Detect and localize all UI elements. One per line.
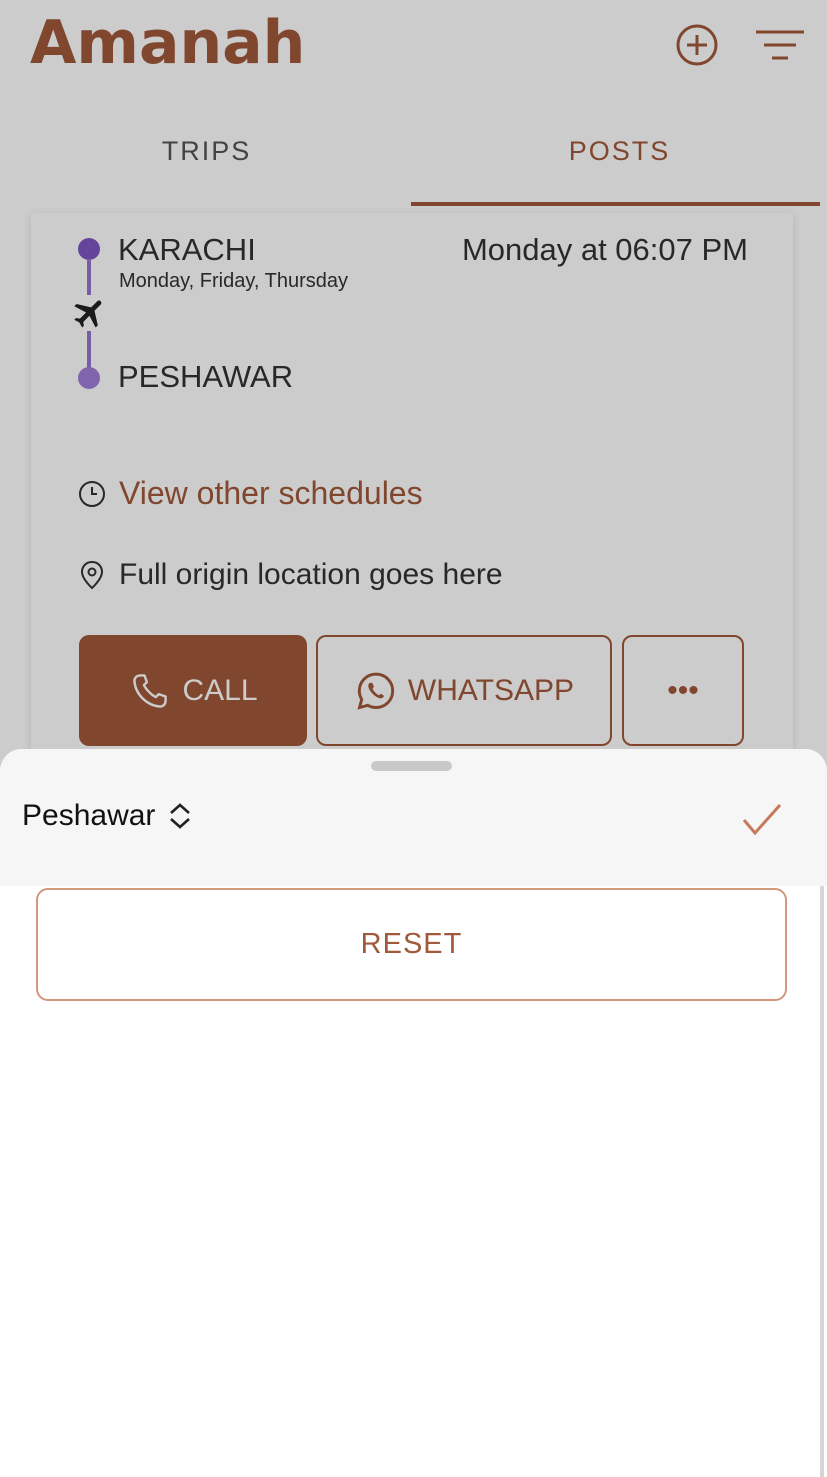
confirm-button[interactable] [738,799,786,841]
drag-handle[interactable] [371,761,452,771]
city-picker[interactable]: Peshawar [22,799,193,833]
picker-value: Peshawar [22,799,156,832]
reset-button[interactable]: RESET [36,888,787,1001]
bottom-sheet: Peshawar RESET [0,749,827,1477]
checkmark-icon [742,804,782,836]
chevron-up-down-icon [170,803,191,829]
scrollbar[interactable] [820,886,824,1477]
sheet-header: Peshawar [0,749,827,886]
